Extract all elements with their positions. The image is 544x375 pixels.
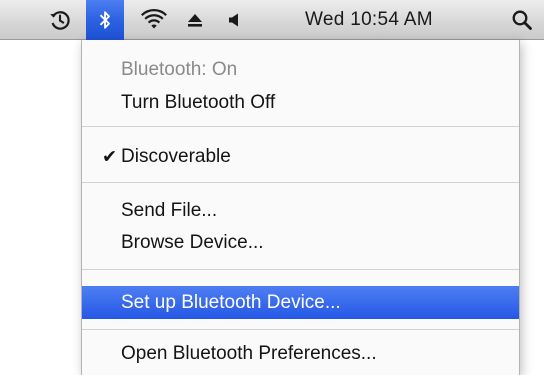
- menu-separator: [82, 329, 519, 330]
- bluetooth-icon: [98, 9, 112, 31]
- menu-bar-clock[interactable]: Wed 10:54 AM: [305, 0, 485, 40]
- spotlight-search-icon[interactable]: [502, 0, 542, 40]
- bluetooth-status: Bluetooth: On: [121, 59, 238, 80]
- setup-bluetooth-device-item[interactable]: Set up Bluetooth Device...: [82, 286, 519, 319]
- open-bluetooth-preferences-item[interactable]: Open Bluetooth Preferences...: [82, 339, 519, 369]
- menu-bar: Wed 10:54 AM: [0, 0, 544, 40]
- menu-separator: [82, 126, 519, 127]
- volume-icon[interactable]: [219, 0, 249, 40]
- discoverable-label: Discoverable: [121, 146, 231, 167]
- discoverable-item[interactable]: ✔ Discoverable: [82, 142, 519, 172]
- menu-separator: [82, 182, 519, 183]
- send-file-item[interactable]: Send File...: [82, 196, 519, 226]
- screen: Wed 10:54 AM Bluetooth: On Turn Bluetoot…: [0, 0, 544, 375]
- bluetooth-menu-extra[interactable]: [86, 0, 124, 40]
- turn-bluetooth-off-item[interactable]: Turn Bluetooth Off: [82, 88, 519, 118]
- browse-device-item[interactable]: Browse Device...: [82, 228, 519, 258]
- eject-icon[interactable]: [177, 0, 213, 40]
- bluetooth-dropdown-menu: Bluetooth: On Turn Bluetooth Off ✔ Disco…: [81, 40, 520, 375]
- time-machine-icon[interactable]: [40, 0, 80, 40]
- wifi-icon[interactable]: [135, 0, 173, 40]
- menu-separator: [82, 269, 519, 270]
- checkmark-icon: ✔: [102, 146, 118, 167]
